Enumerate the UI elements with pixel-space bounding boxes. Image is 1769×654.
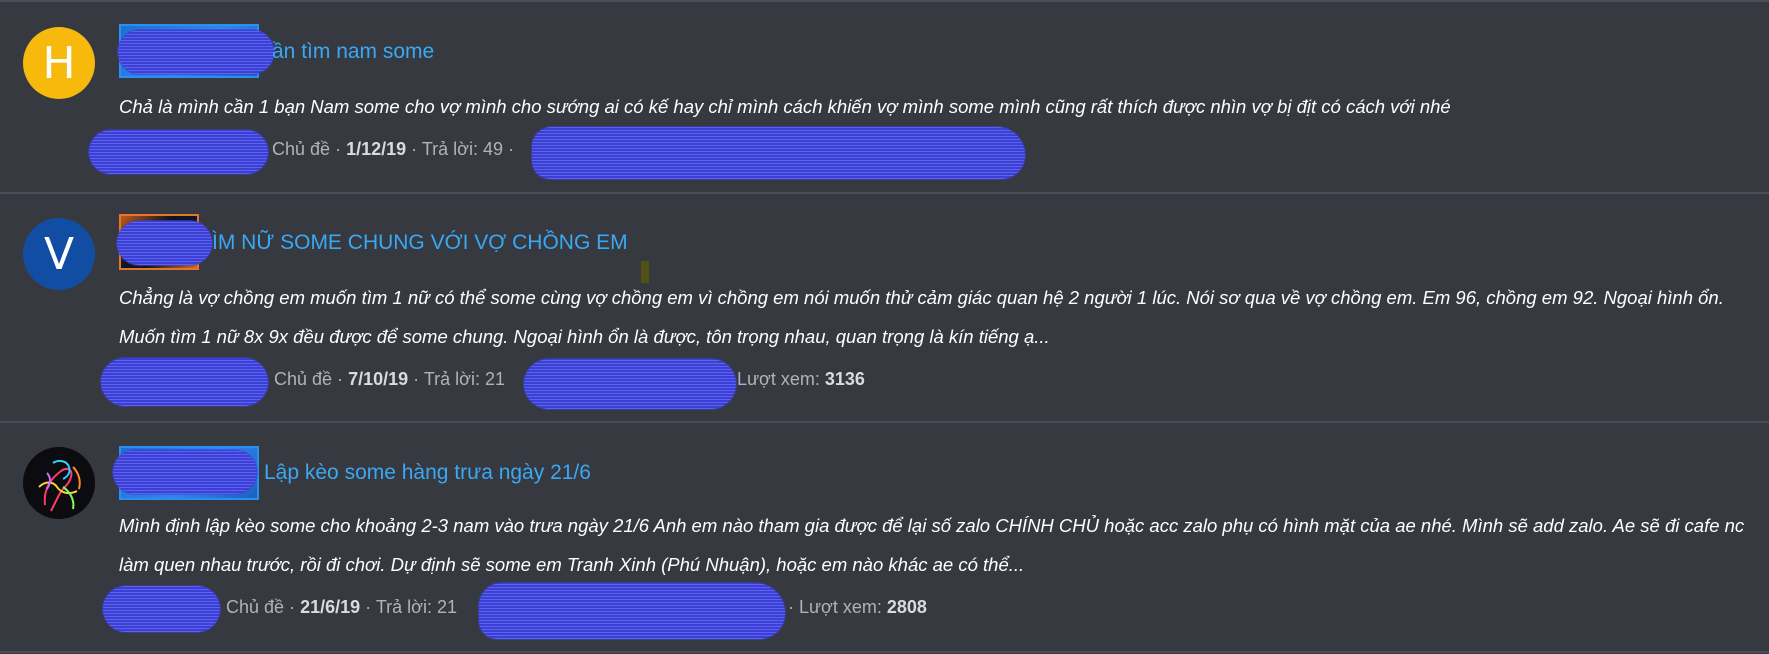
meta-separator: · xyxy=(365,597,376,617)
meta-separator: · xyxy=(289,597,301,617)
replies-count: 21 xyxy=(436,597,457,617)
avatar[interactable]: V xyxy=(23,218,95,290)
redacted-forum-link xyxy=(524,359,736,409)
views-count: 3136 xyxy=(824,369,865,389)
thread-title-link[interactable]: ần tìm nam some xyxy=(272,40,434,64)
thread-item: V ÌM NỮ SOME CHUNG VỚI VỢ CHỒNG EM Chẳng… xyxy=(0,192,1769,423)
thread-item: H ần tìm nam some Chả là mình cần 1 bạn … xyxy=(0,0,1769,194)
views-label: Lượt xem: xyxy=(799,597,882,617)
thread-type-label: Chủ đề xyxy=(272,139,331,159)
replies-label: Trả lời: xyxy=(423,369,480,389)
meta-separator: · xyxy=(413,369,424,389)
redacted-author xyxy=(103,586,220,632)
thread-date[interactable]: 1/12/19 xyxy=(346,139,406,159)
avatar-letter: V xyxy=(43,228,75,280)
list-divider xyxy=(0,651,1769,653)
thread-type-label: Chủ đề xyxy=(226,597,285,617)
views-label: Lượt xem: xyxy=(737,369,820,389)
redacted-prefix-label xyxy=(117,221,212,265)
redacted-author xyxy=(101,358,268,406)
redacted-prefix-label xyxy=(113,450,257,494)
thread-title-link[interactable]: ÌM NỮ SOME CHUNG VỚI VỢ CHỒNG EM xyxy=(212,231,628,255)
avatar[interactable] xyxy=(23,447,95,519)
thread-date[interactable]: 21/6/19 xyxy=(300,597,360,617)
replies-label: Trả lời: xyxy=(375,597,432,617)
meta-separator: · xyxy=(411,139,422,159)
meta-separator: · xyxy=(508,139,515,159)
replies-label: Trả lời: xyxy=(421,139,478,159)
thread-type-label: Chủ đề xyxy=(274,369,333,389)
avatar[interactable]: H xyxy=(23,27,95,99)
thread-list: H ần tìm nam some Chả là mình cần 1 bạn … xyxy=(0,0,1769,654)
redacted-forum-link xyxy=(479,583,785,639)
avatar-letter: H xyxy=(42,37,76,89)
replies-count: 21 xyxy=(484,369,505,389)
replies-count: 49 xyxy=(482,139,503,159)
thread-snippet: Chả là mình cần 1 bạn Nam some cho vợ mì… xyxy=(119,96,1451,117)
redacted-forum-link xyxy=(532,127,1025,179)
views-count: 2808 xyxy=(886,597,927,617)
redacted-author xyxy=(89,130,268,174)
meta-separator: · xyxy=(337,369,349,389)
thread-snippet: Mình định lập kèo some cho khoảng 2-3 na… xyxy=(119,515,1745,575)
views-meta: Lượt xem: 3136 xyxy=(737,369,865,390)
thread-item: Lập kèo some hàng trưa ngày 21/6 Mình đị… xyxy=(0,421,1769,653)
thread-meta: Chủ đề · 7/10/19 · Trả lời: 21 xyxy=(274,369,505,390)
thread-snippet: Chẳng là vợ chồng em muốn tìm 1 nữ có th… xyxy=(119,287,1724,347)
views-meta: · Lượt xem: 2808 xyxy=(788,597,927,618)
thread-title-link[interactable]: Lập kèo some hàng trưa ngày 21/6 xyxy=(264,461,591,485)
thread-meta: Chủ đề · 21/6/19 · Trả lời: 21 xyxy=(226,597,457,618)
redacted-prefix-label xyxy=(118,30,274,74)
avatar-image xyxy=(23,447,95,519)
thread-date[interactable]: 7/10/19 xyxy=(348,369,408,389)
meta-separator: · xyxy=(335,139,347,159)
thread-meta: Chủ đề · 1/12/19 · Trả lời: 49 · xyxy=(272,139,514,160)
meta-separator: · xyxy=(788,597,799,617)
